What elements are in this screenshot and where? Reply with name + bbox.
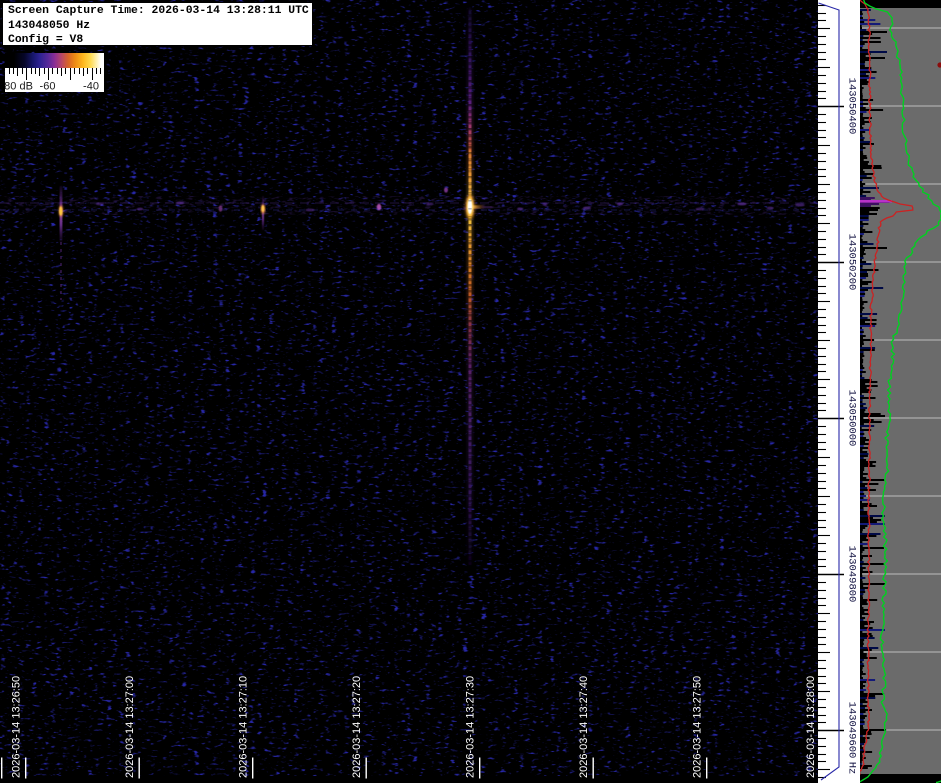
svg-text:143050400: 143050400 — [846, 78, 858, 135]
svg-text:-60: -60 — [40, 81, 56, 93]
svg-text:2026-03-14 13:26:50: 2026-03-14 13:26:50 — [11, 676, 23, 778]
svg-text:2026-03-14 13:27:20: 2026-03-14 13:27:20 — [351, 676, 363, 778]
svg-text:143049600: 143049600 — [846, 702, 858, 759]
svg-text:2026-03-14 13:28:00: 2026-03-14 13:28:00 — [805, 676, 817, 778]
svg-text:143050200: 143050200 — [846, 234, 858, 291]
svg-text:2026-03-14 13:27:30: 2026-03-14 13:27:30 — [465, 676, 477, 778]
svg-text:143049800: 143049800 — [846, 546, 858, 603]
svg-text:2026-03-14 13:27:50: 2026-03-14 13:27:50 — [692, 676, 704, 778]
svg-text:-80 dB: -80 dB — [5, 81, 33, 93]
svg-text:2026-03-14 13:27:40: 2026-03-14 13:27:40 — [578, 676, 590, 778]
svg-text:Hz: Hz — [846, 762, 858, 775]
svg-text:2026-03-14 13:27:00: 2026-03-14 13:27:00 — [124, 676, 136, 778]
svg-text:-40: -40 — [83, 81, 99, 93]
svg-text:143050000: 143050000 — [846, 390, 858, 447]
svg-text:2026-03-14 13:27:10: 2026-03-14 13:27:10 — [238, 676, 250, 778]
